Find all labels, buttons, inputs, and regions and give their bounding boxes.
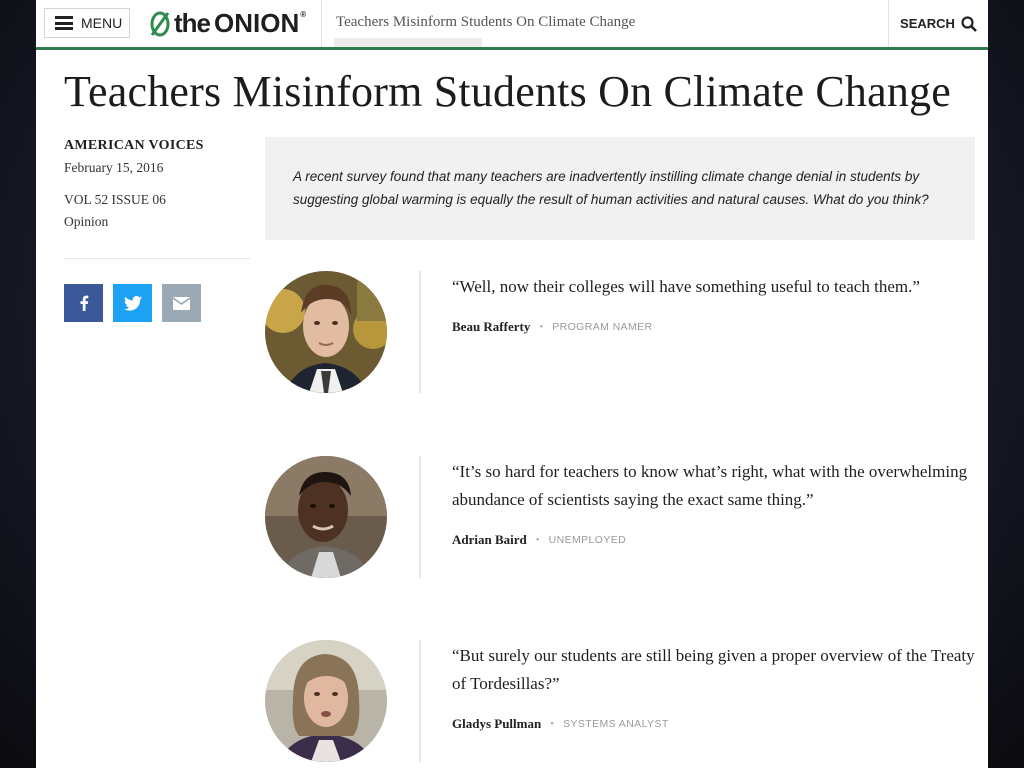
avatar: [265, 640, 387, 762]
meta-divider: [64, 258, 250, 259]
volume-issue: VOL 52 ISSUE 06: [64, 192, 166, 207]
section-name[interactable]: AMERICAN VOICES: [64, 138, 254, 154]
article-summary-text: A recent survey found that many teachers…: [293, 169, 929, 207]
article-headline: Teachers Misinform Students On Climate C…: [64, 67, 951, 116]
respondent-name: Adrian Baird: [452, 532, 527, 547]
reading-progress-bar: [334, 38, 482, 47]
avatar: [265, 456, 387, 578]
response-item: “Well, now their colleges will have some…: [265, 271, 975, 395]
article-summary-box: A recent survey found that many teachers…: [265, 137, 975, 240]
twitter-share-button[interactable]: [113, 284, 152, 322]
response-item: “But surely our students are still being…: [265, 640, 975, 768]
page: MENU the ONION ® Teachers Misinform Stud…: [36, 0, 988, 768]
twitter-icon: [123, 295, 142, 311]
response-quote: “It’s so hard for teachers to know what’…: [452, 462, 968, 509]
response-quote: “Well, now their colleges will have some…: [452, 277, 920, 296]
response-byline: Beau Rafferty • PROGRAM NAMER: [452, 319, 653, 335]
response-divider: [419, 271, 421, 393]
response-byline: Adrian Baird • UNEMPLOYED: [452, 532, 626, 548]
response-byline: Gladys Pullman • SYSTEMS ANALYST: [452, 716, 669, 732]
byline-separator: •: [550, 718, 555, 730]
logo-registered-mark: ®: [300, 9, 307, 19]
response-divider: [419, 640, 421, 762]
logo-the: the: [174, 7, 211, 38]
respondent-occupation: SYSTEMS ANALYST: [563, 718, 669, 730]
facebook-share-button[interactable]: [64, 284, 103, 322]
the-onion-logo[interactable]: the ONION ®: [148, 6, 306, 40]
menu-button[interactable]: MENU: [44, 8, 130, 38]
respondent-occupation: PROGRAM NAMER: [552, 321, 653, 333]
article-category[interactable]: Opinion: [64, 214, 254, 230]
email-icon: [173, 296, 190, 310]
byline-separator: •: [535, 534, 540, 546]
article-meta: AMERICAN VOICES February 15, 2016 VOL 52…: [64, 138, 254, 230]
avatar: [265, 271, 387, 393]
response-item: “It’s so hard for teachers to know what’…: [265, 456, 975, 580]
search-label: SEARCH: [900, 16, 955, 31]
top-navigation-bar: MENU the ONION ® Teachers Misinform Stud…: [36, 0, 988, 50]
header-article-title: Teachers Misinform Students On Climate C…: [336, 14, 636, 30]
search-button[interactable]: SEARCH: [888, 0, 988, 47]
hamburger-icon: [55, 16, 73, 30]
header-divider: [321, 0, 322, 47]
email-share-button[interactable]: [162, 284, 201, 322]
respondent-name: Beau Rafferty: [452, 319, 531, 334]
facebook-icon: [80, 295, 88, 311]
person-photo-icon: [265, 271, 387, 393]
person-photo-icon: [265, 456, 387, 578]
response-divider: [419, 456, 421, 578]
response-quote: “But surely our students are still being…: [452, 646, 975, 693]
person-photo-icon: [265, 640, 387, 762]
share-buttons: [64, 284, 201, 322]
menu-label: MENU: [81, 15, 123, 31]
byline-separator: •: [539, 321, 544, 333]
onion-leaf-icon: [150, 11, 170, 37]
publish-date: February 15, 2016: [64, 160, 164, 175]
respondent-occupation: UNEMPLOYED: [548, 534, 627, 546]
logo-onion: ONION: [214, 7, 300, 38]
respondent-name: Gladys Pullman: [452, 716, 542, 731]
search-icon: [961, 15, 977, 32]
